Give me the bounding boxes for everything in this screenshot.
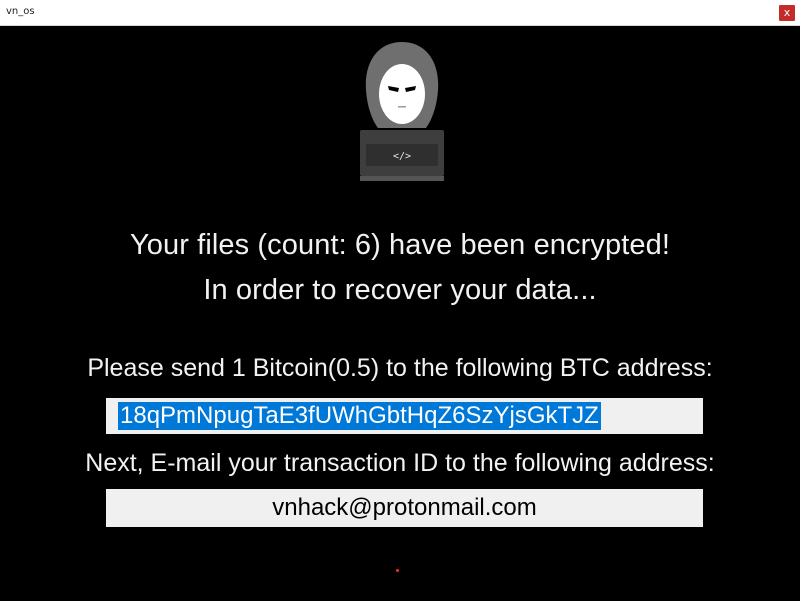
face-opening — [379, 64, 425, 124]
status-dot — [396, 569, 399, 572]
laptop-base — [360, 176, 444, 181]
title-bar: vn_os x — [0, 0, 800, 26]
btc-address-text[interactable]: 18qPmNpugTaE3fUWhGbtHqZ6SzYjsGkTJZ — [118, 402, 601, 430]
window-title: vn_os — [6, 6, 35, 17]
hacker-icon: </> — [360, 42, 444, 181]
close-button[interactable]: x — [779, 5, 795, 21]
code-glyph: </> — [393, 151, 411, 162]
email-address-field[interactable]: vnhack@protonmail.com — [106, 489, 703, 527]
payment-instruction: Please send 1 Bitcoin(0.5) to the follow… — [87, 354, 713, 382]
mouth — [398, 106, 406, 108]
email-instruction: Next, E-mail your transaction ID to the … — [85, 449, 715, 477]
headline-encrypted: Your files (count: 6) have been encrypte… — [130, 229, 670, 261]
btc-address-field[interactable]: 18qPmNpugTaE3fUWhGbtHqZ6SzYjsGkTJZ — [106, 398, 703, 434]
headline-recover: In order to recover your data... — [203, 274, 597, 306]
